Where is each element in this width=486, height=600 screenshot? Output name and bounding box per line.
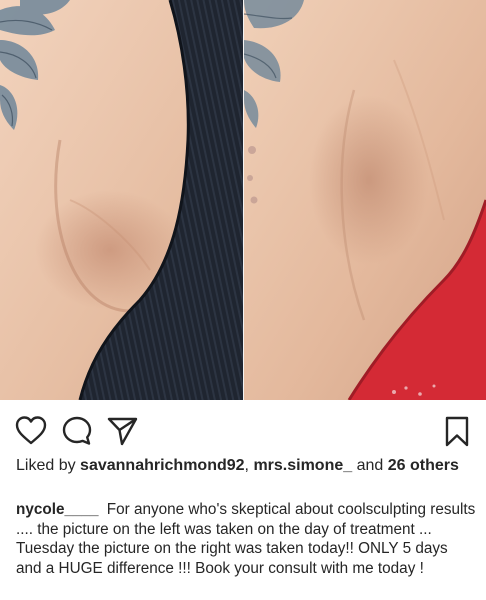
liker-username-link[interactable]: mrs.simone_: [253, 457, 352, 474]
likes-summary: Liked by savannahrichmond92, mrs.simone_…: [16, 456, 466, 476]
comment-bubble-icon[interactable]: [60, 414, 94, 448]
post-caption: nycole____ For anyone who's skeptical ab…: [16, 500, 476, 578]
paper-plane-icon[interactable]: [105, 414, 139, 448]
liker-username-link[interactable]: savannahrichmond92: [80, 457, 245, 474]
before-photo-illustration: [0, 0, 243, 400]
likes-and: and: [352, 457, 388, 474]
before-photo: [0, 0, 243, 400]
after-photo-illustration: [244, 0, 486, 400]
likes-others-link[interactable]: 26 others: [388, 457, 459, 474]
likes-prefix: Liked by: [16, 457, 81, 474]
after-photo: [244, 0, 486, 400]
caption-username-link[interactable]: nycole____: [16, 501, 99, 518]
instagram-post: Liked by savannahrichmond92, mrs.simone_…: [0, 0, 486, 600]
post-action-bar: [0, 408, 486, 452]
post-media[interactable]: [0, 0, 486, 400]
bookmark-icon[interactable]: [440, 414, 474, 448]
heart-icon[interactable]: [14, 414, 48, 448]
